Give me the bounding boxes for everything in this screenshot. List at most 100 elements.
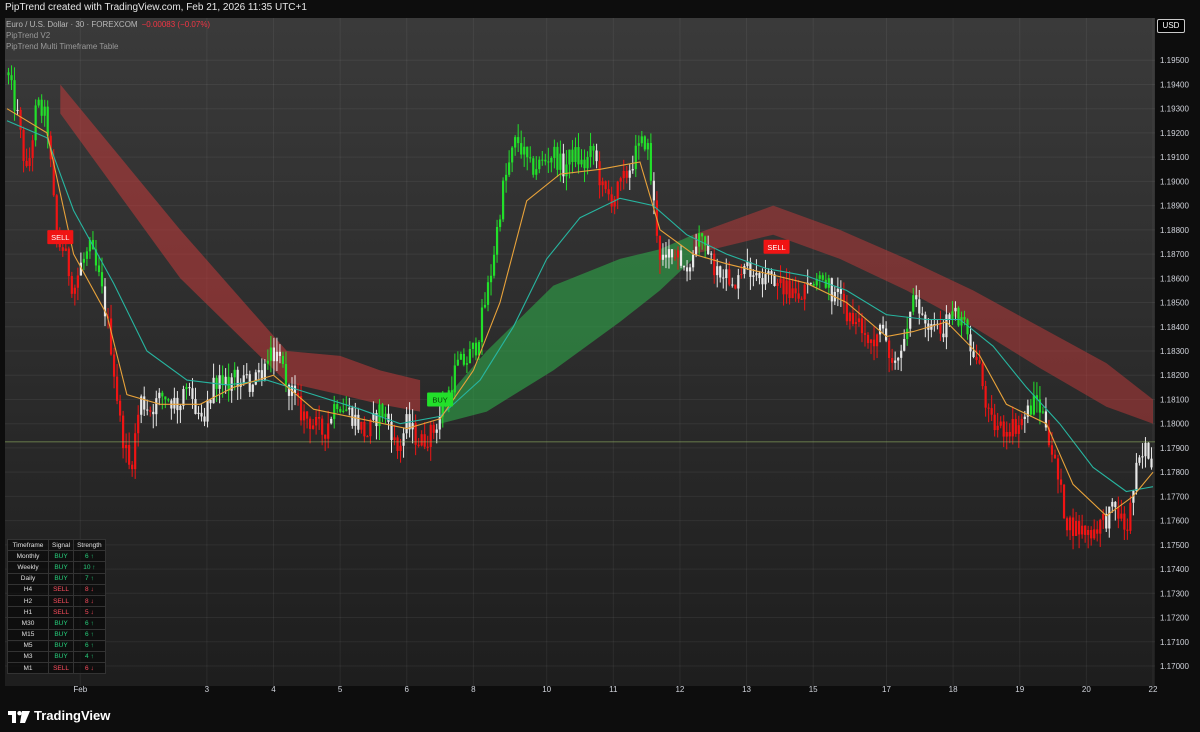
price-chart[interactable]: SELLBUYSELL 1.195001.194001.193001.19200… — [0, 16, 1200, 700]
candle-body — [776, 283, 779, 286]
candle-body — [984, 386, 987, 408]
candle-body — [595, 150, 598, 162]
candle-body — [134, 433, 137, 470]
candle-body — [583, 159, 586, 169]
candle-body — [200, 412, 203, 417]
x-tick-label: 19 — [1015, 685, 1024, 694]
y-tick-label: 1.18100 — [1160, 395, 1189, 404]
candle-body — [143, 396, 146, 410]
mtf-header-strength: Strength — [73, 538, 106, 552]
candle-body — [836, 288, 839, 292]
candle-body — [1117, 507, 1120, 519]
candle-body — [942, 333, 945, 338]
candle-body — [541, 159, 544, 161]
x-tick-label: 13 — [742, 685, 751, 694]
candle-body — [131, 464, 134, 470]
mtf-cell-strength: 5 ↓ — [73, 606, 106, 619]
candle-body — [1023, 416, 1026, 419]
candle-body — [363, 421, 366, 437]
tradingview-icon — [8, 710, 30, 723]
candle-body — [676, 250, 680, 258]
candle-body — [764, 274, 767, 285]
currency-badge[interactable]: USD — [1157, 19, 1185, 33]
sell-signal-label: SELL — [767, 243, 785, 252]
candle-body — [616, 181, 619, 199]
candle-body — [459, 353, 462, 360]
candle-body — [719, 266, 722, 278]
candle-body — [22, 129, 25, 161]
candle-body — [1068, 517, 1072, 531]
multi-timeframe-table: Timeframe Signal Strength Monthly BUY 6 ↑ W… — [7, 538, 106, 675]
indicator-piptrend[interactable]: PipTrend V2 — [6, 30, 210, 41]
candle-body — [61, 247, 64, 251]
candle-body — [577, 147, 580, 165]
candle-body — [580, 159, 583, 165]
candle-body — [118, 400, 122, 416]
candle-body — [972, 351, 975, 358]
mtf-cell-tf: M1 — [7, 662, 49, 675]
candle-body — [550, 157, 553, 163]
candle-body — [779, 278, 782, 284]
candle-body — [474, 342, 478, 356]
candle-body — [532, 158, 535, 175]
candle-body — [417, 444, 420, 446]
candle-body — [658, 235, 662, 260]
candle-body — [82, 258, 86, 263]
mtf-cell-signal: BUY — [47, 550, 75, 563]
candle-body — [740, 274, 743, 276]
candle-body — [517, 137, 520, 144]
candle-body — [830, 278, 833, 302]
candle-body — [505, 174, 508, 181]
candle-body — [1108, 506, 1111, 529]
candle-body — [863, 333, 867, 335]
candle-body — [785, 280, 788, 295]
mtf-row-h1: H1 SELL 5 ↓ — [7, 606, 106, 619]
mtf-cell-signal: SELL — [47, 662, 75, 675]
price-change: −0.00083 (−0.07%) — [141, 20, 211, 29]
candle-body — [854, 322, 858, 324]
candle-body — [987, 407, 990, 409]
mtf-row-monthly: Monthly BUY 6 ↑ — [7, 550, 106, 563]
y-tick-label: 1.19400 — [1160, 80, 1189, 89]
y-tick-label: 1.17700 — [1160, 492, 1189, 501]
candle-body — [818, 275, 821, 279]
x-tick-label: 12 — [675, 685, 684, 694]
mtf-cell-signal: BUY — [47, 572, 75, 585]
candle-body — [915, 295, 918, 300]
candle-body — [794, 288, 797, 294]
candle-body — [978, 360, 981, 364]
buy-signal-label: BUY — [432, 395, 447, 404]
y-tick-label: 1.19100 — [1160, 153, 1189, 162]
y-tick-label: 1.17200 — [1160, 614, 1189, 623]
candle-body — [885, 328, 888, 341]
mtf-cell-signal: BUY — [47, 561, 75, 574]
candle-body — [212, 377, 215, 404]
mtf-cell-signal: BUY — [47, 628, 75, 641]
candle-body — [1074, 521, 1078, 536]
tradingview-logo[interactable]: TradingView — [8, 708, 110, 723]
candle-body — [16, 109, 19, 111]
y-tick-label: 1.17900 — [1160, 444, 1189, 453]
candle-body — [589, 145, 592, 157]
indicator-mtf-table[interactable]: PipTrend Multi Timeframe Table — [6, 41, 210, 52]
candle-body — [827, 278, 830, 288]
candle-body — [203, 416, 206, 422]
symbol-label[interactable]: Euro / U.S. Dollar · 30 · FOREXCOM — [6, 20, 138, 29]
mtf-cell-strength: 8 ↓ — [73, 583, 106, 596]
candle-body — [625, 170, 628, 178]
candle-body — [327, 423, 330, 439]
mtf-row-h2: H2 SELL 8 ↓ — [7, 594, 106, 608]
candle-body — [1062, 484, 1066, 519]
candle-body — [1071, 517, 1075, 536]
candle-body — [432, 424, 435, 433]
candle-body — [1017, 425, 1020, 434]
candle-body — [954, 307, 957, 312]
candle-body — [592, 145, 595, 151]
candle-body — [85, 251, 89, 259]
plot-area[interactable] — [5, 18, 1155, 686]
candle-body — [1029, 405, 1032, 415]
candle-body — [652, 180, 655, 201]
candle-body — [471, 342, 475, 349]
candle-body — [752, 275, 755, 277]
candle-body — [559, 153, 562, 170]
